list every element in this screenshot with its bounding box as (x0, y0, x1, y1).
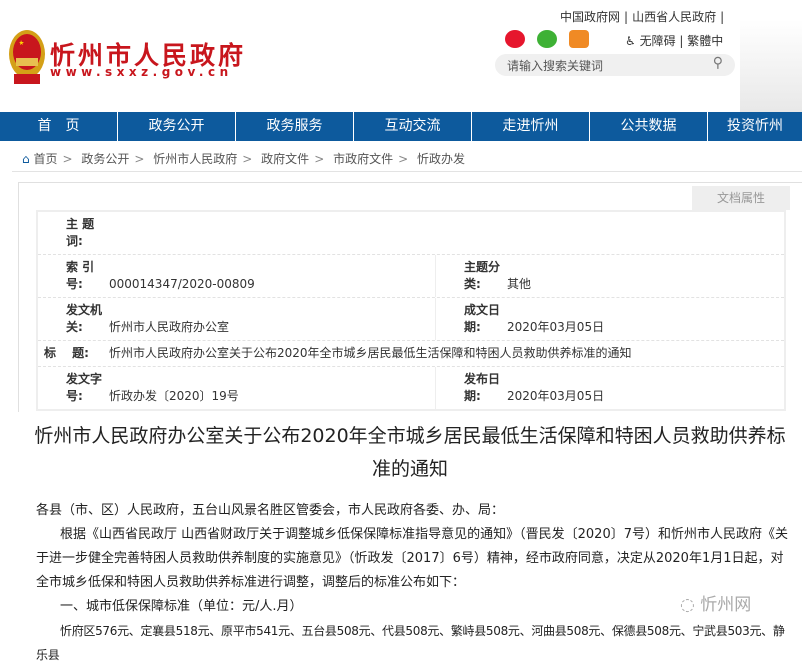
social-icons (505, 30, 589, 48)
category-label: 主题分 类: (464, 260, 501, 291)
pubdate-value: 2020年03月05日 (507, 389, 605, 403)
divider (12, 171, 802, 172)
watermark-text: 忻州网 (700, 595, 752, 615)
pagoda-banner-image (740, 20, 802, 112)
accessibility-link[interactable]: 无障碍 (640, 34, 676, 48)
article-paragraph: 各县（市、区）人民政府，五台山风景名胜区管委会，市人民政府各委、办、局： (36, 503, 505, 518)
docno-value: 忻政办发〔2020〕19号 (109, 389, 239, 403)
traditional-chinese-link[interactable]: 繁體中 (687, 34, 723, 48)
nav-gov-affairs[interactable]: 政务公开 (118, 112, 236, 141)
breadcrumb-item[interactable]: 政府文件 (261, 152, 309, 166)
document-meta-table: 主 题 词: 索 引 号: 000014347/2020-00809 主题分 类:… (36, 210, 786, 411)
wechat-icon: ◌ (680, 595, 701, 615)
issuer-label: 发文机 关: (66, 303, 103, 334)
article-paragraph: 根据《山西省民政厅 山西省财政厅关于调整城乡低保保障标准指导意见的通知》（晋民发… (36, 527, 788, 590)
mail-icon[interactable] (569, 30, 589, 48)
date-label: 成文日 期: (464, 303, 501, 334)
breadcrumb-sep: > (314, 152, 325, 166)
index-label: 索 引 号: (66, 260, 95, 291)
article-body: 各县（市、区）人民政府，五台山风景名胜区管委会，市人民政府各委、办、局： 根据《… (36, 499, 790, 667)
search-icon[interactable]: ⚲ (713, 55, 723, 71)
top-links: 中国政府网 | 山西省人民政府 | (560, 8, 728, 25)
breadcrumb-item[interactable]: 政务公开 (81, 152, 129, 166)
site-header: 忻州市人民政府 www.sxxz.gov.cn 中国政府网 | 山西省人民政府 | ♿… (0, 0, 802, 112)
nav-home[interactable]: 首 页 (0, 112, 118, 141)
article-paragraph: 忻府区576元、定襄县518元、原平市541元、五台县508元、代县508元、繁… (36, 624, 785, 662)
accessibility-links: ♿ 无障碍 | 繁體中 (625, 34, 724, 48)
issuer-value: 忻州市人民政府办公室 (109, 320, 230, 334)
breadcrumb-sep: > (134, 152, 145, 166)
divider: | (624, 10, 629, 24)
breadcrumb-item[interactable]: 忻州市人民政府 (153, 152, 237, 166)
divider: | (720, 10, 725, 24)
meta-row: 发文机 关: 忻州市人民政府办公室 成文日 期: 2020年03月05日 (38, 298, 784, 341)
category-value: 其他 (507, 277, 532, 291)
meta-row: 标 题: 忻州市人民政府办公室关于公布2020年全市城乡居民最低生活保障和特困人员… (38, 341, 784, 367)
meta-row: 发文字 号: 忻政办发〔2020〕19号 发布日 期: 2020年03月05日 (38, 367, 784, 409)
meta-row: 主 题 词: (38, 212, 784, 255)
link-gov-cn[interactable]: 中国政府网 (560, 10, 620, 24)
nav-gov-services[interactable]: 政务服务 (236, 112, 354, 141)
breadcrumb-sep: > (242, 152, 253, 166)
breadcrumb-sep: > (62, 152, 73, 166)
date-value: 2020年03月05日 (507, 320, 605, 334)
nav-interaction[interactable]: 互动交流 (354, 112, 472, 141)
site-url: www.sxxz.gov.cn (50, 65, 233, 79)
index-value: 000014347/2020-00809 (109, 277, 255, 291)
title-label: 标 题: (44, 346, 89, 360)
national-emblem-icon (9, 30, 45, 84)
tab-document-properties[interactable]: 文档属性 (692, 186, 790, 210)
subject-words-label: 主 题 词: (66, 217, 95, 248)
weibo-icon[interactable] (505, 30, 525, 48)
article-title: 忻州市人民政府办公室关于公布2020年全市城乡居民最低生活保障和特困人员救助供养… (34, 425, 786, 480)
article-paragraph: 一、城市低保保障标准（单位：元/人.月） (60, 599, 303, 614)
search-input[interactable]: 请输入搜索关键词 ⚲ (495, 54, 735, 76)
breadcrumb: ⌂ 首页 > 政务公开 > 忻州市人民政府 > 政府文件 > 市政府文件 > 忻政办发 (22, 150, 465, 167)
docno-label: 发文字 号: (66, 372, 103, 403)
title-value: 忻州市人民政府办公室关于公布2020年全市城乡居民最低生活保障和特困人员救助供养… (109, 346, 632, 360)
home-icon: ⌂ (22, 152, 30, 166)
search-placeholder: 请输入搜索关键词 (507, 59, 604, 73)
meta-row: 索 引 号: 000014347/2020-00809 主题分 类: 其他 (38, 255, 784, 298)
breadcrumb-item[interactable]: 市政府文件 (333, 152, 393, 166)
main-nav: 首 页 政务公开 政务服务 互动交流 走进忻州 公共数据 投资忻州 (0, 112, 802, 141)
link-shanxi-gov[interactable]: 山西省人民政府 (632, 10, 716, 24)
nav-about-xinzhou[interactable]: 走进忻州 (472, 112, 590, 141)
nav-invest[interactable]: 投资忻州 (708, 112, 802, 141)
breadcrumb-item[interactable]: 首页 (33, 152, 57, 166)
watermark: ◌ 忻州网 (680, 590, 751, 615)
nav-public-data[interactable]: 公共数据 (590, 112, 708, 141)
wheelchair-icon: ♿ (625, 34, 636, 48)
breadcrumb-sep: > (398, 152, 409, 166)
pubdate-label: 发布日 期: (464, 372, 501, 403)
wechat-icon[interactable] (537, 30, 557, 48)
breadcrumb-item[interactable]: 忻政办发 (417, 152, 465, 166)
